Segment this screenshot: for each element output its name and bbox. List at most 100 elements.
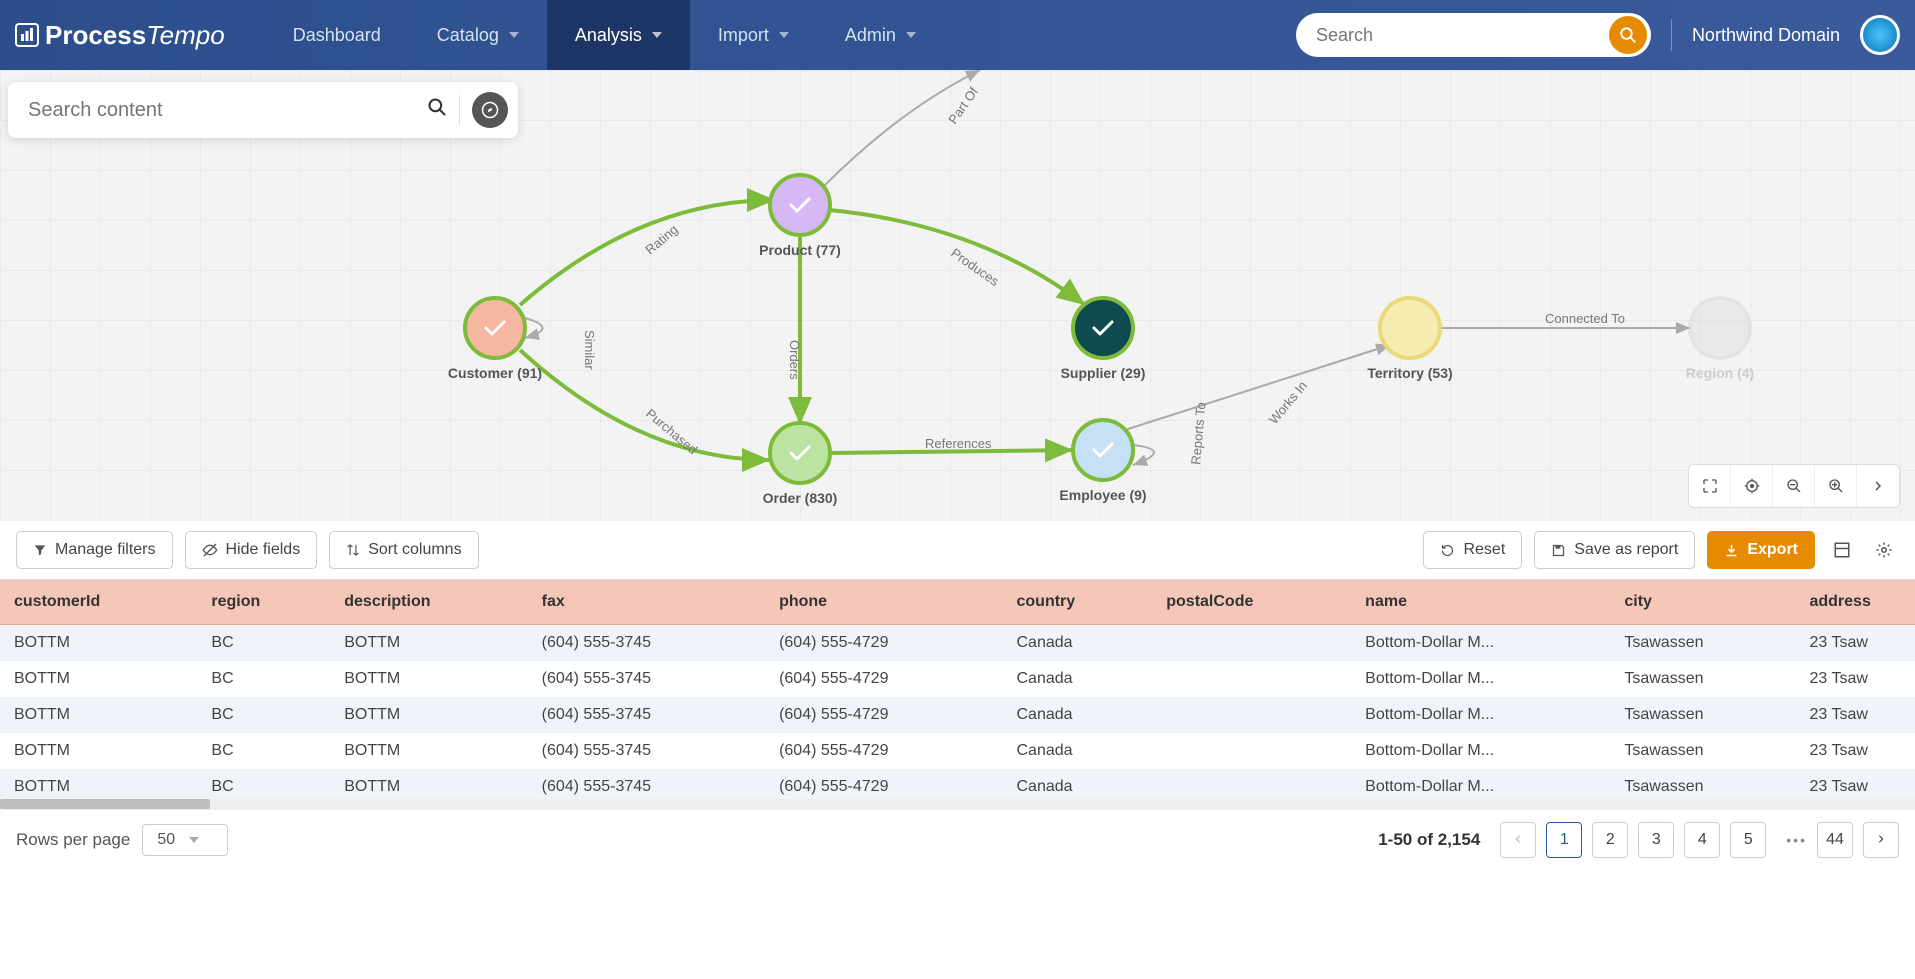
node-territory[interactable]: Territory (53) bbox=[1367, 298, 1452, 381]
brand-logo[interactable]: ProcessTempo bbox=[15, 20, 225, 51]
page-4-button[interactable]: 4 bbox=[1684, 822, 1720, 858]
global-search-button[interactable] bbox=[1609, 16, 1647, 54]
global-search-input[interactable] bbox=[1316, 25, 1609, 46]
zoom-out-button[interactable] bbox=[1773, 465, 1815, 507]
col-customerId[interactable]: customerId bbox=[0, 580, 197, 625]
manage-filters-button[interactable]: Manage filters bbox=[16, 531, 173, 569]
expand-right-button[interactable] bbox=[1857, 465, 1899, 507]
node-product[interactable]: Product (77) bbox=[759, 175, 841, 258]
sort-columns-button[interactable]: Sort columns bbox=[329, 531, 478, 569]
svg-text:References: References bbox=[925, 436, 992, 451]
svg-text:Similar: Similar bbox=[582, 330, 597, 370]
col-region[interactable]: region bbox=[197, 580, 330, 625]
col-address[interactable]: address bbox=[1795, 580, 1915, 625]
cell-city: Tsawassen bbox=[1610, 697, 1795, 733]
horizontal-scrollbar[interactable] bbox=[0, 799, 1915, 809]
node-region[interactable]: Region (4) bbox=[1686, 298, 1754, 381]
eye-off-icon bbox=[202, 542, 218, 558]
node-customer[interactable]: Customer (91) bbox=[448, 298, 542, 381]
table-row[interactable]: BOTTMBCBOTTM(604) 555-3745(604) 555-4729… bbox=[0, 625, 1915, 662]
last-page-button[interactable]: 44 bbox=[1817, 822, 1853, 858]
global-search[interactable] bbox=[1296, 13, 1651, 57]
col-description[interactable]: description bbox=[330, 580, 527, 625]
graph-canvas[interactable]: RatingPurchasedOrdersPart OfProducesRefe… bbox=[0, 70, 1915, 520]
domain-name[interactable]: Northwind Domain bbox=[1692, 25, 1840, 46]
reset-button[interactable]: Reset bbox=[1423, 531, 1522, 569]
table-row[interactable]: BOTTMBCBOTTM(604) 555-3745(604) 555-4729… bbox=[0, 733, 1915, 769]
col-fax[interactable]: fax bbox=[528, 580, 765, 625]
col-country[interactable]: country bbox=[1003, 580, 1153, 625]
page-5-button[interactable]: 5 bbox=[1730, 822, 1766, 858]
svg-text:Employee (9): Employee (9) bbox=[1059, 487, 1146, 503]
graph-svg[interactable]: RatingPurchasedOrdersPart OfProducesRefe… bbox=[0, 70, 1915, 520]
page-size-select[interactable]: 50 bbox=[142, 824, 228, 856]
svg-text:Customer (91): Customer (91) bbox=[448, 365, 542, 381]
center-button[interactable] bbox=[1731, 465, 1773, 507]
cell-phone: (604) 555-4729 bbox=[765, 625, 1002, 662]
cell-address: 23 Tsaw bbox=[1795, 661, 1915, 697]
settings-button[interactable] bbox=[1869, 532, 1899, 568]
col-postalCode[interactable]: postalCode bbox=[1152, 580, 1351, 625]
table-header-row: customerIdregiondescriptionfaxphonecount… bbox=[0, 580, 1915, 625]
zoom-in-button[interactable] bbox=[1815, 465, 1857, 507]
svg-text:Reports To: Reports To bbox=[1188, 402, 1208, 466]
cell-postalCode bbox=[1152, 733, 1351, 769]
nav-catalog[interactable]: Catalog bbox=[409, 0, 547, 70]
cell-name: Bottom-Dollar M... bbox=[1351, 625, 1610, 662]
chevron-down-icon bbox=[779, 32, 789, 38]
prev-page-button[interactable] bbox=[1500, 822, 1536, 858]
rows-per-page: Rows per page 50 bbox=[16, 824, 228, 856]
cell-description: BOTTM bbox=[330, 625, 527, 662]
cell-customerId: BOTTM bbox=[0, 769, 197, 799]
cell-phone: (604) 555-4729 bbox=[765, 661, 1002, 697]
search-icon bbox=[1619, 26, 1637, 44]
save-report-button[interactable]: Save as report bbox=[1534, 531, 1695, 569]
cell-city: Tsawassen bbox=[1610, 769, 1795, 799]
nav-admin[interactable]: Admin bbox=[817, 0, 944, 70]
node-employee[interactable]: Employee (9) bbox=[1059, 420, 1146, 503]
layout-button[interactable] bbox=[1827, 532, 1857, 568]
page-1-button[interactable]: 1 bbox=[1546, 822, 1582, 858]
export-button[interactable]: Export bbox=[1707, 531, 1815, 569]
hide-fields-button[interactable]: Hide fields bbox=[185, 531, 318, 569]
col-phone[interactable]: phone bbox=[765, 580, 1002, 625]
page-2-button[interactable]: 2 bbox=[1592, 822, 1628, 858]
table-row[interactable]: BOTTMBCBOTTM(604) 555-3745(604) 555-4729… bbox=[0, 769, 1915, 799]
nav-right: Northwind Domain bbox=[1296, 13, 1900, 57]
next-page-button[interactable] bbox=[1863, 822, 1899, 858]
col-city[interactable]: city bbox=[1610, 580, 1795, 625]
table-body: BOTTMBCBOTTM(604) 555-3745(604) 555-4729… bbox=[0, 625, 1915, 800]
fullscreen-button[interactable] bbox=[1689, 465, 1731, 507]
nav-items: DashboardCatalogAnalysisImportAdmin bbox=[265, 0, 944, 70]
data-table-wrap[interactable]: customerIdregiondescriptionfaxphonecount… bbox=[0, 579, 1915, 799]
chevron-right-icon bbox=[1872, 480, 1884, 492]
node-order[interactable]: Order (830) bbox=[763, 423, 838, 506]
col-name[interactable]: name bbox=[1351, 580, 1610, 625]
table-row[interactable]: BOTTMBCBOTTM(604) 555-3745(604) 555-4729… bbox=[0, 661, 1915, 697]
nav-dashboard[interactable]: Dashboard bbox=[265, 0, 409, 70]
cell-country: Canada bbox=[1003, 769, 1153, 799]
cell-region: BC bbox=[197, 733, 330, 769]
cell-region: BC bbox=[197, 697, 330, 733]
cell-description: BOTTM bbox=[330, 661, 527, 697]
table-row[interactable]: BOTTMBCBOTTM(604) 555-3745(604) 555-4729… bbox=[0, 697, 1915, 733]
scroll-thumb[interactable] bbox=[0, 799, 210, 809]
cell-description: BOTTM bbox=[330, 769, 527, 799]
cell-address: 23 Tsaw bbox=[1795, 625, 1915, 662]
svg-text:Works In: Works In bbox=[1266, 378, 1310, 427]
nav-import[interactable]: Import bbox=[690, 0, 817, 70]
cell-fax: (604) 555-3745 bbox=[528, 625, 765, 662]
nav-analysis[interactable]: Analysis bbox=[547, 0, 690, 70]
pagination-info: 1-50 of 2,154 bbox=[1378, 830, 1480, 850]
chevron-down-icon bbox=[652, 32, 662, 38]
reset-icon bbox=[1440, 543, 1455, 558]
label: Save as report bbox=[1574, 541, 1678, 559]
svg-text:Orders: Orders bbox=[787, 340, 802, 380]
sort-icon bbox=[346, 543, 360, 557]
data-table: customerIdregiondescriptionfaxphonecount… bbox=[0, 580, 1915, 799]
top-navbar: ProcessTempo DashboardCatalogAnalysisImp… bbox=[0, 0, 1915, 70]
cell-postalCode bbox=[1152, 661, 1351, 697]
page-3-button[interactable]: 3 bbox=[1638, 822, 1674, 858]
user-avatar[interactable] bbox=[1860, 15, 1900, 55]
node-supplier[interactable]: Supplier (29) bbox=[1061, 298, 1146, 381]
